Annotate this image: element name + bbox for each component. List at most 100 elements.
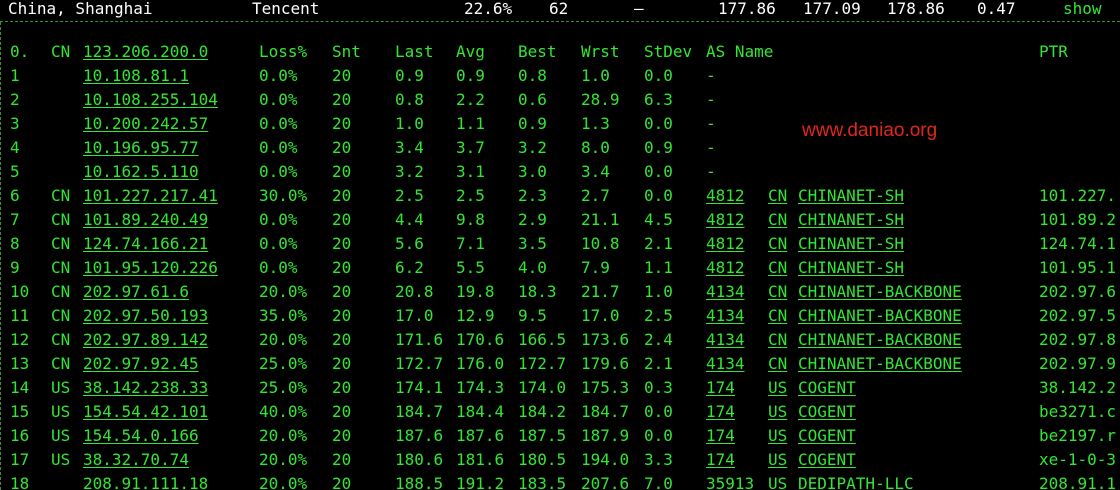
as-number-link[interactable]: 4812	[706, 208, 768, 232]
hop-as-info[interactable]: 174 US COGENT	[706, 400, 1036, 424]
hop-host[interactable]: 38.142.238.33	[83, 376, 255, 400]
hop-as-info[interactable]: 4134 CN CHINANET-BACKBONE	[706, 352, 1036, 376]
hop-ptr: 101.227.	[1039, 186, 1117, 205]
as-number-link[interactable]: 35913	[706, 472, 768, 490]
hop-as-info[interactable]: 4134 CN CHINANET-BACKBONE	[706, 280, 1036, 304]
hop-country: CN	[51, 186, 71, 205]
as-number-link[interactable]: 174	[706, 376, 768, 400]
as-country: CN	[768, 306, 788, 325]
as-country: CN	[768, 186, 788, 205]
hop-best: 172.7	[518, 354, 567, 373]
hop-avg: 3.1	[456, 162, 485, 181]
hop-last: 20.8	[395, 282, 434, 301]
hop-host[interactable]: 202.97.61.6	[83, 280, 255, 304]
table-row: 15 US 154.54.42.101 40.0% 20 184.7 184.4 184.2 1…	[0, 400, 1120, 424]
as-country: CN	[768, 234, 788, 253]
header-stdev: StDev	[644, 42, 693, 61]
hop-host[interactable]: 154.54.42.101	[83, 400, 255, 424]
as-number-link[interactable]: 174	[706, 400, 768, 424]
header-source-host[interactable]: 123.206.200.0	[83, 40, 208, 64]
hop-snt: 20	[332, 258, 352, 277]
hop-avg: 5.5	[456, 258, 485, 277]
hop-ptr: 124.74.1	[1039, 234, 1117, 253]
table-row: 9 CN 101.95.120.226 0.0% 20 6.2 5.5 4.0 7.9 1.1 48…	[0, 256, 1120, 280]
hop-stdev: 0.9	[644, 138, 673, 157]
hop-snt: 20	[332, 282, 352, 301]
hop-wrst: 8.0	[581, 138, 610, 157]
hop-as-info[interactable]: 174 US COGENT	[706, 448, 1036, 472]
hop-host[interactable]: 202.97.50.193	[83, 304, 255, 328]
hop-wrst: 10.8	[581, 234, 620, 253]
hop-number: 9	[10, 258, 20, 277]
hop-best: 2.3	[518, 186, 547, 205]
hop-number: 13	[10, 354, 30, 373]
hop-host[interactable]: 101.95.120.226	[83, 256, 255, 280]
header-snt: Snt	[332, 42, 361, 61]
as-name: COGENT	[798, 426, 856, 445]
hop-country: CN	[51, 354, 71, 373]
as-number-link[interactable]: 4134	[706, 352, 768, 376]
hop-avg: 12.9	[456, 306, 495, 325]
as-number-link[interactable]: 174	[706, 424, 768, 448]
hop-host[interactable]: 154.54.0.166	[83, 424, 255, 448]
as-number-link[interactable]: 4134	[706, 280, 768, 304]
hop-loss: 0.0%	[259, 90, 298, 109]
as-number-link[interactable]: 4134	[706, 328, 768, 352]
as-name: CHINANET-SH	[798, 258, 904, 277]
table-row: 1 10.108.81.1 0.0% 20 0.9 0.9 0.8 1.0 0.0 -	[0, 64, 1120, 88]
as-number-link[interactable]: 4812	[706, 232, 768, 256]
hop-country: CN	[51, 330, 71, 349]
hop-avg: 174.3	[456, 378, 505, 397]
hop-country: US	[51, 426, 71, 445]
header-last: Last	[395, 42, 434, 61]
table-row: 2 10.108.255.104 0.0% 20 0.8 2.2 0.6 28.9 6.3 -	[0, 88, 1120, 112]
hop-host[interactable]: 208.91.111.18	[83, 472, 255, 490]
hop-last: 172.7	[395, 354, 444, 373]
hop-host[interactable]: 124.74.166.21	[83, 232, 255, 256]
hop-snt: 20	[332, 306, 352, 325]
hop-as-info[interactable]: 4812 CN CHINANET-SH	[706, 256, 1036, 280]
hop-host[interactable]: 202.97.89.142	[83, 328, 255, 352]
as-number-link[interactable]: 4812	[706, 184, 768, 208]
hop-last: 180.6	[395, 450, 444, 469]
hop-stdev: 6.3	[644, 90, 673, 109]
hop-as-info[interactable]: 4812 CN CHINANET-SH	[706, 184, 1036, 208]
hop-country: US	[51, 378, 71, 397]
hop-number: 12	[10, 330, 30, 349]
hop-as-info[interactable]: 35913 US DEDIPATH-LLC	[706, 472, 1036, 490]
hop-wrst: 7.9	[581, 258, 610, 277]
hop-as-info[interactable]: 174 US COGENT	[706, 424, 1036, 448]
hop-host[interactable]: 10.108.255.104	[83, 88, 255, 112]
as-number-link[interactable]: 4812	[706, 256, 768, 280]
hop-number: 6	[10, 186, 20, 205]
hop-number: 2	[10, 90, 20, 109]
hop-host[interactable]: 38.32.70.74	[83, 448, 255, 472]
hop-ptr: 202.97.9	[1039, 354, 1117, 373]
hop-as-info[interactable]: 4812 CN CHINANET-SH	[706, 232, 1036, 256]
hop-snt: 20	[332, 114, 352, 133]
hop-wrst: 2.7	[581, 186, 610, 205]
hop-as-info[interactable]: 4134 CN CHINANET-BACKBONE	[706, 304, 1036, 328]
as-name: CHINANET-SH	[798, 186, 904, 205]
hop-as-info[interactable]: 4134 CN CHINANET-BACKBONE	[706, 328, 1036, 352]
hop-ptr: 202.97.8	[1039, 330, 1117, 349]
hop-last: 3.4	[395, 138, 424, 157]
as-name: CHINANET-BACKBONE	[798, 354, 962, 373]
hop-wrst: 187.9	[581, 426, 630, 445]
as-number-link[interactable]: 4134	[706, 304, 768, 328]
hop-host[interactable]: 202.97.92.45	[83, 352, 255, 376]
hop-as-info[interactable]: 174 US COGENT	[706, 376, 1036, 400]
hop-host[interactable]: 10.200.242.57	[83, 112, 255, 136]
as-number-link[interactable]: 174	[706, 448, 768, 472]
hop-best: 180.5	[518, 450, 567, 469]
hop-host[interactable]: 101.227.217.41	[83, 184, 255, 208]
hop-best: 187.5	[518, 426, 567, 445]
hop-host[interactable]: 10.196.95.77	[83, 136, 255, 160]
hop-host[interactable]: 10.162.5.110	[83, 160, 255, 184]
hop-snt: 20	[332, 330, 352, 349]
hop-last: 4.4	[395, 210, 424, 229]
hop-host[interactable]: 101.89.240.49	[83, 208, 255, 232]
hop-wrst: 175.3	[581, 378, 630, 397]
hop-host[interactable]: 10.108.81.1	[83, 64, 255, 88]
hop-as-info[interactable]: 4812 CN CHINANET-SH	[706, 208, 1036, 232]
